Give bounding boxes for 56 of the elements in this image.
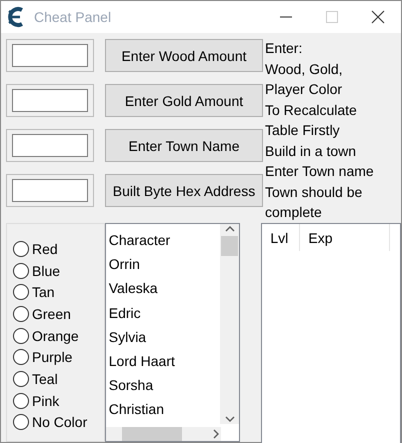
minimize-icon [279,16,293,18]
radio-icon[interactable] [13,262,29,279]
instruction-text: complete [265,203,323,222]
instruction-text: Player Color [265,80,344,99]
horizontal-scrollbar[interactable] [106,427,221,441]
action-button[interactable]: Enter Wood Amount [105,39,263,72]
column-header[interactable]: Exp [300,224,390,251]
color-radio[interactable]: No Color [13,412,104,434]
list-item[interactable]: Christian [108,397,220,422]
color-radio[interactable]: Teal [13,368,104,390]
radio-icon[interactable] [13,370,29,387]
scroll-right-icon[interactable] [210,429,221,439]
radio-icon[interactable] [13,240,29,257]
list-item[interactable]: Character [108,228,220,252]
column-header[interactable]: Lvl [262,224,300,251]
scroll-thumb[interactable] [221,236,238,256]
radio-icon[interactable] [13,349,29,366]
radio-icon[interactable] [13,328,29,344]
list-item[interactable]: Edric [108,300,220,325]
color-radio[interactable]: Purple [13,346,104,368]
input-field[interactable] [6,39,94,72]
instruction-text: To Recalculate [265,100,358,120]
list-item[interactable]: Orrin [108,252,220,276]
input-field[interactable] [6,84,94,117]
instruction-text: Build in a town [265,142,358,160]
color-radio[interactable]: Red [13,238,104,260]
action-button[interactable]: Enter Gold Amount [105,84,263,117]
window-title: Cheat Panel [34,9,112,25]
color-radio[interactable]: Green [13,303,104,325]
color-radio[interactable]: Orange [13,324,104,346]
maximize-icon [325,10,339,24]
instruction-text: Table Firstly [265,121,341,140]
input-field[interactable] [6,129,94,162]
list-item[interactable]: Lord Haart [108,349,220,374]
color-radio[interactable]: Blue [13,260,104,282]
radio-icon[interactable] [13,284,29,300]
instruction-text: Town should be [265,182,364,202]
list-item[interactable]: Valeska [108,276,220,301]
instruction-text: Wood, Gold, [265,60,344,78]
instruction-text: Enter: [265,39,304,58]
radio-icon[interactable] [13,414,29,430]
color-radio[interactable]: Tan [13,281,104,304]
scroll-up-icon[interactable] [224,224,235,234]
radio-icon[interactable] [13,306,29,322]
list-item[interactable]: Sorsha [108,373,220,398]
radio-icon[interactable] [13,392,29,409]
action-button[interactable]: Enter Town Name [105,129,263,162]
color-radio[interactable]: Pink [13,390,104,412]
input-field[interactable] [6,174,94,207]
close-icon [371,10,385,24]
instruction-text: Enter Town name [265,162,374,181]
scroll-down-icon[interactable] [224,414,235,424]
vertical-scrollbar[interactable] [220,224,240,424]
action-button[interactable]: Built Byte Hex Address [105,174,263,207]
scroll-thumb[interactable] [122,427,182,441]
list-item[interactable]: Sylvia [108,324,220,350]
